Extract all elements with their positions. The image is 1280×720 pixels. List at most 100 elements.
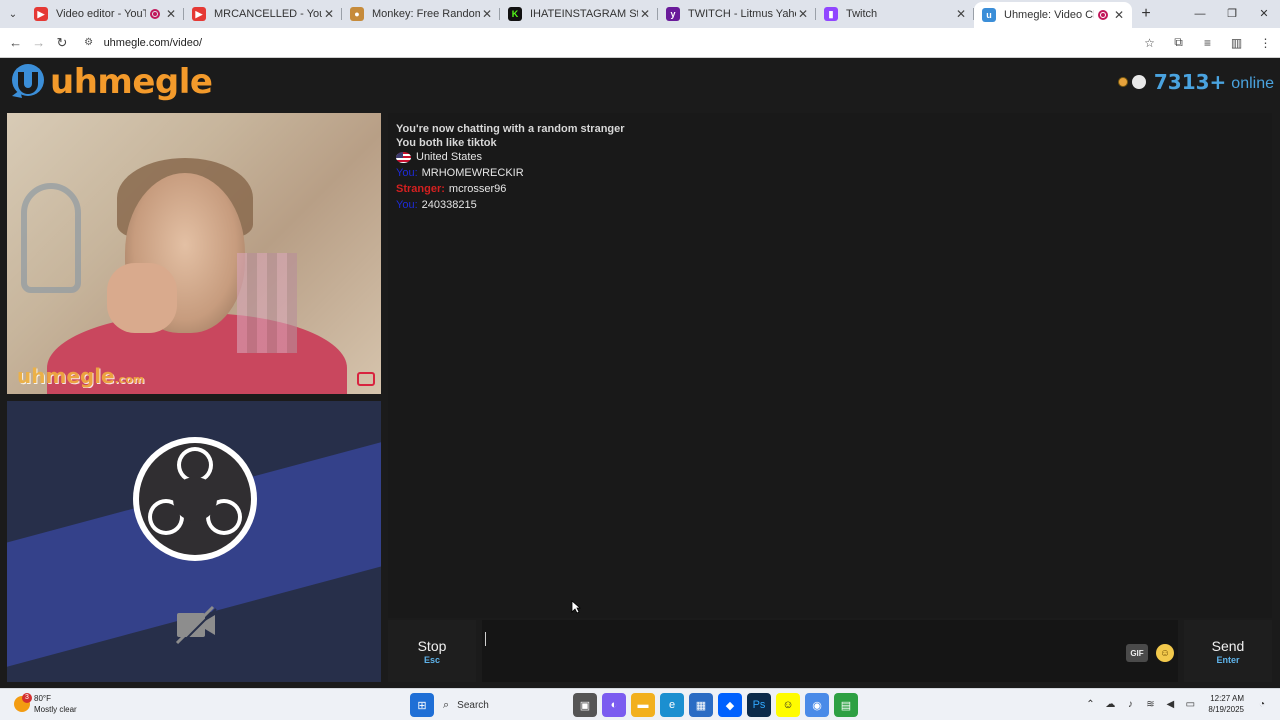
tab-close-icon[interactable]: ✕ (638, 7, 652, 21)
forward-arrow-icon[interactable]: → (27, 35, 50, 50)
tab-search-chevron-icon[interactable]: ⌄ (0, 0, 26, 28)
edge-browser-icon[interactable]: e (660, 693, 684, 717)
message-sender-you: You: (396, 167, 418, 179)
menu-dots-icon[interactable]: ⋮ (1251, 36, 1280, 50)
self-video (7, 401, 381, 682)
weather-widget[interactable]: 3 80°F Mostly clear (14, 693, 77, 715)
dropbox-icon[interactable]: ◆ (718, 693, 742, 717)
emoji-picker-icon[interactable]: ☺ (1156, 644, 1174, 662)
uhmegle-logo[interactable]: uhmegle (8, 62, 213, 102)
url-text: uhmegle.com/video/ (103, 36, 203, 49)
clock-date: 8/19/2025 (1208, 705, 1244, 714)
tab-close-icon[interactable]: ✕ (1112, 8, 1126, 22)
windows-start-icon[interactable]: ⊞ (410, 693, 434, 717)
site-header: uhmegle 7313+ online (0, 58, 1280, 108)
text-caret (485, 632, 486, 646)
tab-close-icon[interactable]: ✕ (796, 7, 810, 21)
send-label: Send (1211, 637, 1245, 654)
online-counter: 7313+ online (1117, 70, 1274, 94)
message-sender-you: You: (396, 199, 418, 211)
chrome-icon[interactable]: ◉ (805, 693, 829, 717)
system-clock[interactable]: 12:27 AM 8/19/2025 (1208, 693, 1244, 715)
bookmark-star-icon[interactable]: ☆ (1135, 36, 1164, 50)
recording-indicator-icon (1098, 10, 1108, 20)
gif-button[interactable]: GIF (1126, 644, 1148, 662)
online-label: online (1231, 74, 1274, 92)
tab-yahoo-search[interactable]: y TWITCH - Litmus Yahoo Search ✕ (658, 0, 816, 28)
tab-title: Monkey: Free Random Video C (372, 8, 480, 20)
clock-time: 12:27 AM (1210, 694, 1244, 703)
recording-indicator-icon (150, 9, 160, 19)
reload-icon[interactable]: ↻ (50, 35, 73, 51)
green-app-icon[interactable]: ▤ (834, 693, 858, 717)
tab-title: Uhmegle: Video Chat | Ome (1004, 9, 1094, 21)
mouse-pointer-icon (571, 600, 581, 614)
chat-message: You: MRHOMEWRECKIR (396, 166, 1264, 180)
watermark-tld: .com (114, 373, 145, 386)
chat-message: Stranger: mcrosser96 (396, 182, 1264, 196)
task-view-icon[interactable]: ▣ (573, 693, 597, 717)
install-app-icon[interactable]: ⧉ (1164, 35, 1193, 50)
window-controls: — ❐ ✕ (1184, 0, 1280, 28)
uhmegle-watermark: uhmegle.com (17, 364, 144, 388)
chat-controls: Stop Esc GIF ☺ Send Enter (388, 620, 1272, 682)
wifi-icon[interactable]: ≋ (1140, 699, 1160, 710)
file-explorer-icon[interactable]: ▬ (631, 693, 655, 717)
tray-overflow-chevron-icon[interactable]: ⌃ (1080, 699, 1100, 710)
obs-logo-icon (133, 437, 257, 561)
windows-taskbar: 3 80°F Mostly clear ⊞ ⌕ Search ▣ ◐ ▬ e ▦… (0, 688, 1280, 720)
tab-close-icon[interactable]: ✕ (480, 7, 494, 21)
tab-uhmegle[interactable]: u Uhmegle: Video Chat | Ome ✕ (974, 2, 1132, 28)
monkey-favicon-icon: ● (350, 7, 364, 21)
twitch-favicon-icon: ▮ (824, 7, 838, 21)
chat-log: You're now chatting with a random strang… (388, 113, 1272, 618)
side-panel-icon[interactable]: ▥ (1222, 36, 1251, 50)
minimize-icon[interactable]: — (1184, 0, 1216, 28)
tab-mrcancelled[interactable]: ▶ MRCANCELLED - YouTube ✕ (184, 0, 342, 28)
tab-monkey[interactable]: ● Monkey: Free Random Video C ✕ (342, 0, 500, 28)
back-arrow-icon[interactable]: ← (4, 35, 27, 50)
browser-tab-bar: ⌄ ▶ Video editor - YouTube Stu ✕ ▶ MRCAN… (0, 0, 1280, 28)
tab-video-editor[interactable]: ▶ Video editor - YouTube Stu ✕ (26, 0, 184, 28)
microphone-icon[interactable]: ♪ (1120, 699, 1140, 710)
url-bar[interactable]: ⚙ uhmegle.com/video/ (82, 31, 1135, 55)
message-text: MRHOMEWRECKIR (421, 167, 524, 179)
report-flag-icon[interactable] (357, 372, 375, 386)
chat-status-interests: You both like tiktok (396, 137, 497, 149)
send-button[interactable]: Send Enter (1184, 620, 1272, 682)
media-controls-icon[interactable]: ≡ (1193, 36, 1222, 50)
tab-title: TWITCH - Litmus Yahoo Search (688, 8, 796, 20)
send-shortcut: Enter (1216, 654, 1240, 665)
chat-country: United States (416, 151, 483, 163)
background-decor (21, 183, 81, 293)
video-figure-hand (107, 263, 177, 333)
message-sender-stranger: Stranger: (396, 183, 445, 195)
tab-ihateinstagram[interactable]: K IHATEINSTAGRAM Stream - Wa ✕ (500, 0, 658, 28)
photoshop-icon[interactable]: Ps (747, 693, 771, 717)
watermark-main: uhmegle (17, 364, 115, 388)
volume-icon[interactable]: ◀ (1160, 699, 1180, 710)
youtube-favicon-icon: ▶ (192, 7, 206, 21)
microsoft-store-icon[interactable]: ▦ (689, 693, 713, 717)
new-tab-button[interactable]: + (1132, 5, 1160, 23)
snapchat-icon[interactable]: ☺ (776, 693, 800, 717)
notification-bell-icon[interactable]: ◔ (1252, 699, 1272, 710)
onedrive-cloud-icon[interactable]: ☁ (1100, 699, 1120, 710)
battery-icon[interactable]: ▭ (1180, 699, 1200, 710)
message-input[interactable]: GIF ☺ (482, 620, 1178, 682)
site-info-icon[interactable]: ⚙ (82, 37, 96, 48)
theme-toggle-icon[interactable] (1131, 75, 1146, 89)
tab-close-icon[interactable]: ✕ (322, 7, 336, 21)
close-window-icon[interactable]: ✕ (1248, 0, 1280, 28)
chat-status-connected: You're now chatting with a random strang… (396, 123, 625, 135)
tab-twitch[interactable]: ▮ Twitch ✕ (816, 0, 974, 28)
tab-close-icon[interactable]: ✕ (164, 7, 178, 21)
taskbar-apps: ⊞ ⌕ Search ▣ ◐ ▬ e ▦ ◆ Ps ☺ ◉ ▤ (410, 693, 863, 717)
tab-close-icon[interactable]: ✕ (954, 7, 968, 21)
notification-badge: 3 (22, 693, 32, 703)
restore-icon[interactable]: ❐ (1216, 0, 1248, 28)
taskbar-search[interactable]: ⌕ Search (439, 693, 567, 717)
copilot-icon[interactable]: ◐ (602, 693, 626, 717)
stop-button[interactable]: Stop Esc (388, 620, 476, 682)
tab-title: Video editor - YouTube Stu (56, 8, 146, 20)
